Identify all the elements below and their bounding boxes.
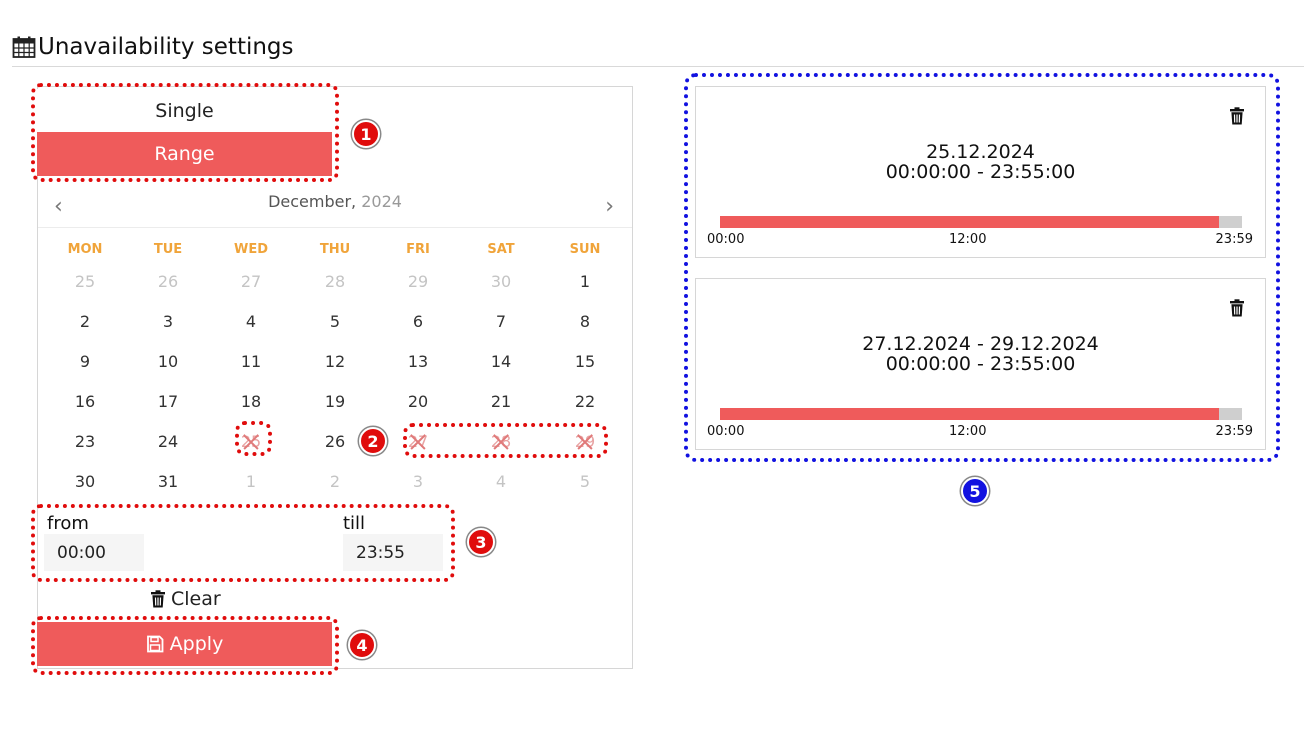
calendar-day[interactable]: 29 bbox=[388, 266, 448, 296]
calendar-day[interactable]: 16 bbox=[55, 386, 115, 416]
apply-button[interactable]: Apply bbox=[37, 622, 332, 666]
calendar-day[interactable]: 13 bbox=[388, 346, 448, 376]
calendar-day[interactable]: 3 bbox=[388, 466, 448, 496]
weekday-header: THU bbox=[319, 242, 351, 257]
calendar-day[interactable]: 6 bbox=[388, 306, 448, 336]
entry-date: 27.12.2024 - 29.12.2024 bbox=[862, 333, 1099, 355]
calendar-day[interactable]: 4 bbox=[471, 466, 531, 496]
calendar-day[interactable]: 26 bbox=[138, 266, 198, 296]
calendar-day[interactable]: 2 bbox=[305, 466, 365, 496]
calendar-day-unavailable[interactable]: 25 bbox=[221, 426, 281, 456]
calendar-day[interactable]: 1 bbox=[221, 466, 281, 496]
tick-start: 00:00 bbox=[707, 424, 745, 439]
calendar-day[interactable]: 22 bbox=[555, 386, 615, 416]
weekday-header: TUE bbox=[153, 242, 183, 257]
calendar-day-unavailable[interactable]: 27 bbox=[388, 426, 448, 456]
calendar-day[interactable]: 14 bbox=[471, 346, 531, 376]
mode-range-button[interactable]: Range bbox=[37, 132, 332, 176]
calendar-day[interactable]: 19 bbox=[305, 386, 365, 416]
time-bar-track bbox=[720, 408, 1242, 420]
calendar-day[interactable]: 4 bbox=[221, 306, 281, 336]
tick-middle: 12:00 bbox=[949, 424, 987, 439]
calendar-day[interactable]: 30 bbox=[55, 466, 115, 496]
from-label: from bbox=[47, 513, 89, 534]
calendar-day[interactable]: 25 bbox=[55, 266, 115, 296]
from-time-input[interactable] bbox=[44, 534, 144, 571]
calendar-day[interactable]: 24 bbox=[138, 426, 198, 456]
trash-icon[interactable] bbox=[1229, 299, 1245, 321]
calendar-day[interactable]: 20 bbox=[388, 386, 448, 416]
clear-button-label: Clear bbox=[171, 588, 221, 610]
save-icon bbox=[146, 635, 164, 653]
calendar-day[interactable]: 26 bbox=[305, 426, 365, 456]
calendar-header: ‹ December, 2024 › bbox=[38, 186, 632, 226]
calendar-day[interactable]: 27 bbox=[221, 266, 281, 296]
time-bar-fill bbox=[720, 216, 1219, 228]
weekday-header: WED bbox=[233, 242, 268, 257]
till-label: till bbox=[343, 513, 366, 534]
weekday-header: MON bbox=[67, 242, 103, 257]
calendar-divider bbox=[38, 227, 632, 228]
unavailability-entry-card: 27.12.2024 - 29.12.2024 00:00:00 - 23:55:… bbox=[695, 278, 1266, 450]
calendar-day-unavailable[interactable]: 28 bbox=[471, 426, 531, 456]
calendar-day[interactable]: 3 bbox=[138, 306, 198, 336]
weekday-header: SAT bbox=[487, 242, 515, 257]
calendar-icon bbox=[12, 36, 36, 58]
title-divider bbox=[12, 66, 1304, 67]
time-bar-track bbox=[720, 216, 1242, 228]
calendar-day[interactable]: 28 bbox=[305, 266, 365, 296]
annotation-badge-5: 5 bbox=[961, 477, 989, 505]
mode-single-button[interactable]: Single bbox=[37, 89, 332, 133]
month-label: December, 2024 bbox=[38, 192, 632, 211]
calendar-day[interactable]: 7 bbox=[471, 306, 531, 336]
till-time-input[interactable] bbox=[343, 534, 443, 571]
trash-icon[interactable] bbox=[1229, 107, 1245, 129]
calendar-day[interactable]: 23 bbox=[55, 426, 115, 456]
annotation-badge-3: 3 bbox=[467, 528, 495, 556]
unavailability-entry-card: 25.12.2024 00:00:00 - 23:55:00 00:00 12:00 2… bbox=[695, 86, 1266, 258]
page-title: Unavailability settings bbox=[12, 30, 294, 64]
calendar-day[interactable]: 2 bbox=[55, 306, 115, 336]
calendar-day[interactable]: 8 bbox=[555, 306, 615, 336]
calendar-day[interactable]: 5 bbox=[305, 306, 365, 336]
calendar-day[interactable]: 5 bbox=[555, 466, 615, 496]
chevron-right-icon[interactable]: › bbox=[605, 194, 614, 219]
year-label: 2024 bbox=[361, 192, 402, 211]
entry-time-range: 00:00:00 - 23:55:00 bbox=[885, 161, 1076, 183]
calendar-day[interactable]: 9 bbox=[55, 346, 115, 376]
tick-middle: 12:00 bbox=[949, 232, 987, 247]
tick-end: 23:59 bbox=[1215, 424, 1253, 439]
entry-time-range: 00:00:00 - 23:55:00 bbox=[885, 353, 1076, 375]
calendar-day[interactable]: 18 bbox=[221, 386, 281, 416]
tick-end: 23:59 bbox=[1215, 232, 1253, 247]
tick-start: 00:00 bbox=[707, 232, 745, 247]
annotation-badge-1: 1 bbox=[352, 120, 380, 148]
calendar-day[interactable]: 21 bbox=[471, 386, 531, 416]
annotation-badge-4: 4 bbox=[348, 631, 376, 659]
clear-button[interactable]: Clear bbox=[150, 586, 221, 612]
calendar-day[interactable]: 12 bbox=[305, 346, 365, 376]
calendar-day[interactable]: 30 bbox=[471, 266, 531, 296]
annotation-badge-2: 2 bbox=[359, 427, 387, 455]
entry-date: 25.12.2024 bbox=[926, 141, 1035, 163]
calendar-day[interactable]: 31 bbox=[138, 466, 198, 496]
month-name: December, bbox=[268, 192, 357, 211]
calendar-day[interactable]: 1 bbox=[555, 266, 615, 296]
calendar-day[interactable]: 17 bbox=[138, 386, 198, 416]
trash-icon bbox=[151, 590, 165, 608]
apply-button-label: Apply bbox=[169, 633, 224, 655]
calendar-day[interactable]: 11 bbox=[221, 346, 281, 376]
calendar-day-unavailable[interactable]: 29 bbox=[555, 426, 615, 456]
calendar-day[interactable]: 10 bbox=[138, 346, 198, 376]
weekday-header: FRI bbox=[406, 242, 430, 257]
calendar-day[interactable]: 15 bbox=[555, 346, 615, 376]
time-bar-fill bbox=[720, 408, 1219, 420]
weekday-header: SUN bbox=[569, 242, 601, 257]
page-title-text: Unavailability settings bbox=[38, 34, 294, 60]
